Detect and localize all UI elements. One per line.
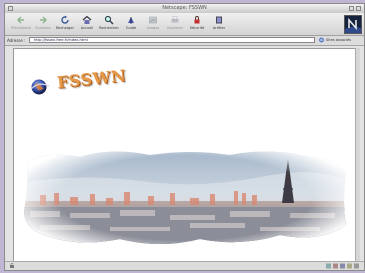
reload-label: Recharger	[56, 26, 74, 30]
search-icon	[104, 15, 114, 25]
back-button[interactable]: Précédente	[11, 14, 31, 34]
window-title: Netscape: FSSWN	[162, 5, 207, 11]
status-bar	[5, 261, 364, 270]
back-label: Précédente	[11, 26, 31, 30]
images-button[interactable]: Images	[143, 14, 163, 34]
stop-label: Arrêter	[212, 26, 226, 30]
forward-button[interactable]: Suivante	[33, 14, 53, 34]
print-label: Imprimer	[166, 26, 184, 30]
reload-icon	[61, 15, 69, 24]
forward-label: Suivante	[35, 26, 51, 30]
address-label: Adresse :	[7, 38, 26, 43]
status-component-icons[interactable]	[326, 263, 360, 269]
security-button[interactable]: Sécurité	[187, 14, 207, 34]
vertical-scrollbar[interactable]	[355, 48, 360, 264]
page-content: FSSWN	[13, 48, 356, 264]
navigation-toolbar: Précédente Suivante Recharger Accueil Re…	[5, 13, 364, 36]
guide-button[interactable]: Guide	[121, 14, 141, 34]
images-icon	[149, 16, 157, 24]
location-bar: Adresse : http://fsswn.free.fr/index.htm…	[5, 36, 364, 46]
print-button[interactable]: Imprimer	[165, 14, 185, 34]
forward-arrow-icon	[40, 16, 48, 24]
globe-logo-icon[interactable]	[30, 77, 50, 97]
reload-button[interactable]: Recharger	[55, 14, 75, 34]
related-sites-icon[interactable]	[318, 37, 325, 43]
guide-label: Guide	[125, 26, 137, 30]
security-icon	[194, 16, 200, 24]
related-sites-label[interactable]: Sites associés	[326, 37, 351, 44]
netscape-logo[interactable]	[344, 15, 362, 34]
collapse-box[interactable]	[356, 6, 361, 11]
netscape-n-icon	[345, 17, 361, 33]
home-label: Accueil	[80, 26, 94, 30]
stop-button[interactable]: Arrêter	[209, 14, 229, 34]
back-arrow-icon	[16, 16, 24, 24]
home-button[interactable]: Accueil	[77, 14, 97, 34]
search-label: Rechercher	[99, 26, 119, 30]
security-lock-icon[interactable]	[9, 263, 15, 268]
search-button[interactable]: Rechercher	[99, 14, 119, 34]
zoom-box[interactable]	[349, 6, 354, 11]
images-label: Images	[146, 26, 160, 30]
site-logo-text[interactable]: FSSWN	[56, 66, 127, 92]
print-icon	[171, 16, 179, 23]
browser-window: Netscape: FSSWN Précédente Suivante Rech…	[4, 3, 365, 271]
stop-icon	[216, 16, 222, 24]
paris-skyline-image	[24, 151, 346, 245]
url-field[interactable]: http://fsswn.free.fr/index.html	[29, 37, 315, 43]
guide-icon	[128, 17, 134, 24]
home-icon	[82, 15, 92, 24]
security-label: Sécurité	[189, 26, 205, 30]
close-box[interactable]	[8, 6, 13, 11]
